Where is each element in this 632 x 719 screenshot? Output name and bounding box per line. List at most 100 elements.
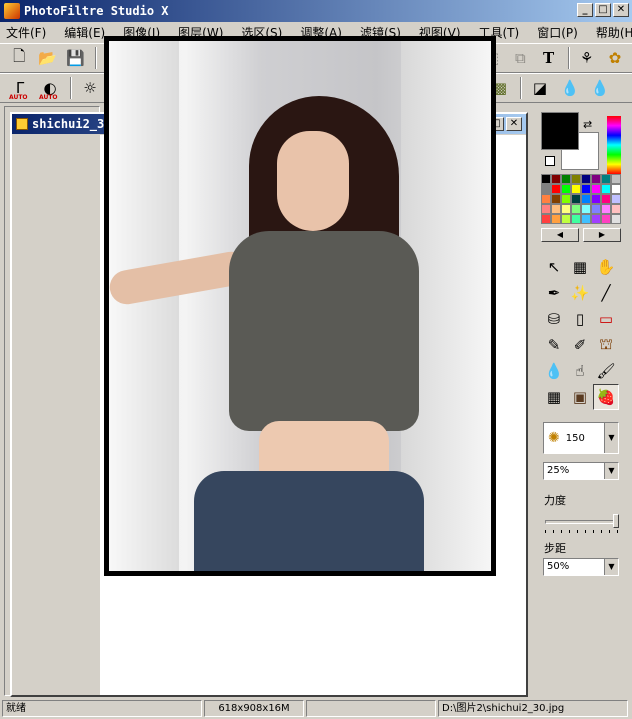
palette-swatch[interactable]: [611, 194, 621, 204]
palette-swatch[interactable]: [571, 174, 581, 184]
eyedropper-icon[interactable]: ✒: [541, 280, 567, 306]
palette-swatch[interactable]: [591, 214, 601, 224]
new-file-icon[interactable]: 🗋: [8, 46, 30, 70]
brightness-down-icon[interactable]: ☼: [78, 76, 102, 100]
palette-swatch[interactable]: [571, 194, 581, 204]
palette-swatch[interactable]: [611, 174, 621, 184]
palette-swatch[interactable]: [551, 174, 561, 184]
palette-swatch[interactable]: [601, 214, 611, 224]
palette-swatch[interactable]: [571, 204, 581, 214]
palette-swatch[interactable]: [551, 194, 561, 204]
menu-file[interactable]: 文件(F): [6, 24, 46, 41]
step-label: 步距: [544, 542, 566, 555]
strawberry-icon[interactable]: 🍓: [593, 384, 619, 410]
chevron-down-icon[interactable]: ▼: [604, 463, 618, 479]
palette-swatch[interactable]: [591, 184, 601, 194]
title-bar[interactable]: PhotoFiltre Studio X _ □ ✕: [0, 0, 632, 22]
maximize-button[interactable]: □: [595, 3, 611, 17]
palette-swatch[interactable]: [551, 214, 561, 224]
palette-swatch[interactable]: [591, 204, 601, 214]
photo-image[interactable]: [104, 36, 496, 576]
auto-levels-icon[interactable]: Γ AUTO: [8, 76, 32, 101]
palette-swatch[interactable]: [541, 174, 551, 184]
magic-wand-icon[interactable]: ✨: [567, 280, 593, 306]
palette-swatch[interactable]: [541, 204, 551, 214]
hand-icon[interactable]: ✋: [593, 254, 619, 280]
save-icon[interactable]: 💾: [64, 46, 86, 70]
status-state: 就绪: [2, 700, 202, 717]
palette-swatch[interactable]: [601, 204, 611, 214]
swap-colors-icon[interactable]: ⇄: [583, 118, 592, 131]
document-icon[interactable]: [16, 118, 28, 130]
blur-drop-icon[interactable]: 💧: [541, 358, 567, 384]
foreground-color[interactable]: [541, 112, 579, 150]
palette-swatch[interactable]: [561, 174, 571, 184]
color-spectrum[interactable]: [607, 116, 621, 174]
brush-dropdown-icon[interactable]: ▼: [604, 423, 618, 453]
smudge-icon[interactable]: ☝: [567, 358, 593, 384]
palette-swatch[interactable]: [601, 184, 611, 194]
palette-swatch[interactable]: [601, 194, 611, 204]
blur-icon[interactable]: 💧: [558, 76, 582, 100]
palette-swatch[interactable]: [571, 184, 581, 194]
reset-colors-icon[interactable]: [545, 156, 555, 166]
palette-swatch[interactable]: [541, 214, 551, 224]
menu-edit[interactable]: 编辑(E): [64, 24, 105, 41]
clone-image-icon[interactable]: ▣: [567, 384, 593, 410]
menu-help[interactable]: 帮助(H): [596, 24, 632, 41]
app-icon[interactable]: [4, 3, 20, 19]
brush-size-picker[interactable]: ✺ 150 ▼: [543, 422, 619, 454]
zoom-select[interactable]: 25% ▼: [543, 462, 619, 480]
palette-prev-button[interactable]: ◀: [541, 228, 579, 242]
palette-swatch[interactable]: [581, 184, 591, 194]
palette-swatch[interactable]: [561, 184, 571, 194]
step-select[interactable]: 50% ▼: [543, 558, 619, 576]
soften-icon[interactable]: 💧: [588, 76, 612, 100]
deform-grid-icon[interactable]: ▦: [541, 384, 567, 410]
copy-selection-icon[interactable]: ⧉: [509, 46, 531, 70]
close-button[interactable]: ✕: [613, 3, 629, 17]
palette-swatch[interactable]: [581, 194, 591, 204]
palette-swatch[interactable]: [591, 194, 601, 204]
palette-swatch[interactable]: [611, 184, 621, 194]
palette-swatch[interactable]: [611, 214, 621, 224]
spray-icon[interactable]: ▯: [567, 306, 593, 332]
palette-swatch[interactable]: [581, 204, 591, 214]
brush-icon[interactable]: ✎: [541, 332, 567, 358]
fill-bucket-icon[interactable]: ⛁: [541, 306, 567, 332]
eraser-icon[interactable]: ▭: [593, 306, 619, 332]
palette-swatch[interactable]: [551, 204, 561, 214]
palette-swatch[interactable]: [581, 214, 591, 224]
palette-swatch[interactable]: [581, 174, 591, 184]
palette-swatch[interactable]: [561, 194, 571, 204]
line-tool-icon[interactable]: ╱: [593, 280, 619, 306]
minimize-button[interactable]: _: [577, 3, 593, 17]
stamp-icon[interactable]: ⛫: [593, 332, 619, 358]
palette-next-button[interactable]: ▶: [583, 228, 621, 242]
color-brush-icon[interactable]: 🖌: [593, 358, 619, 384]
layers-manager-icon[interactable]: ⚘: [576, 46, 598, 70]
text-tool-icon[interactable]: T: [537, 46, 559, 70]
doc-close-button[interactable]: ✕: [506, 117, 522, 131]
advanced-brush-icon[interactable]: ✐: [567, 332, 593, 358]
pointer-icon[interactable]: ↖: [541, 254, 567, 280]
open-folder-icon[interactable]: 📂: [36, 46, 58, 70]
menu-window[interactable]: 窗口(P): [537, 24, 578, 41]
palette-swatch[interactable]: [601, 174, 611, 184]
palette-swatch[interactable]: [561, 214, 571, 224]
palette-swatch[interactable]: [541, 184, 551, 194]
selection-tool-icon[interactable]: ▦: [567, 254, 593, 280]
sharpen-icon[interactable]: ◪: [528, 76, 552, 100]
chevron-down-icon[interactable]: ▼: [604, 559, 618, 575]
palette-swatch[interactable]: [571, 214, 581, 224]
pressure-label: 力度: [544, 494, 566, 507]
palette-swatch[interactable]: [591, 174, 601, 184]
palette-swatch[interactable]: [611, 204, 621, 214]
pressure-slider[interactable]: [545, 514, 619, 533]
slider-thumb[interactable]: [613, 514, 619, 528]
auto-contrast-icon[interactable]: ◐ AUTO: [38, 76, 62, 101]
palette-swatch[interactable]: [541, 194, 551, 204]
plugins-icon[interactable]: ✿: [604, 46, 626, 70]
palette-swatch[interactable]: [561, 204, 571, 214]
palette-swatch[interactable]: [551, 184, 561, 194]
